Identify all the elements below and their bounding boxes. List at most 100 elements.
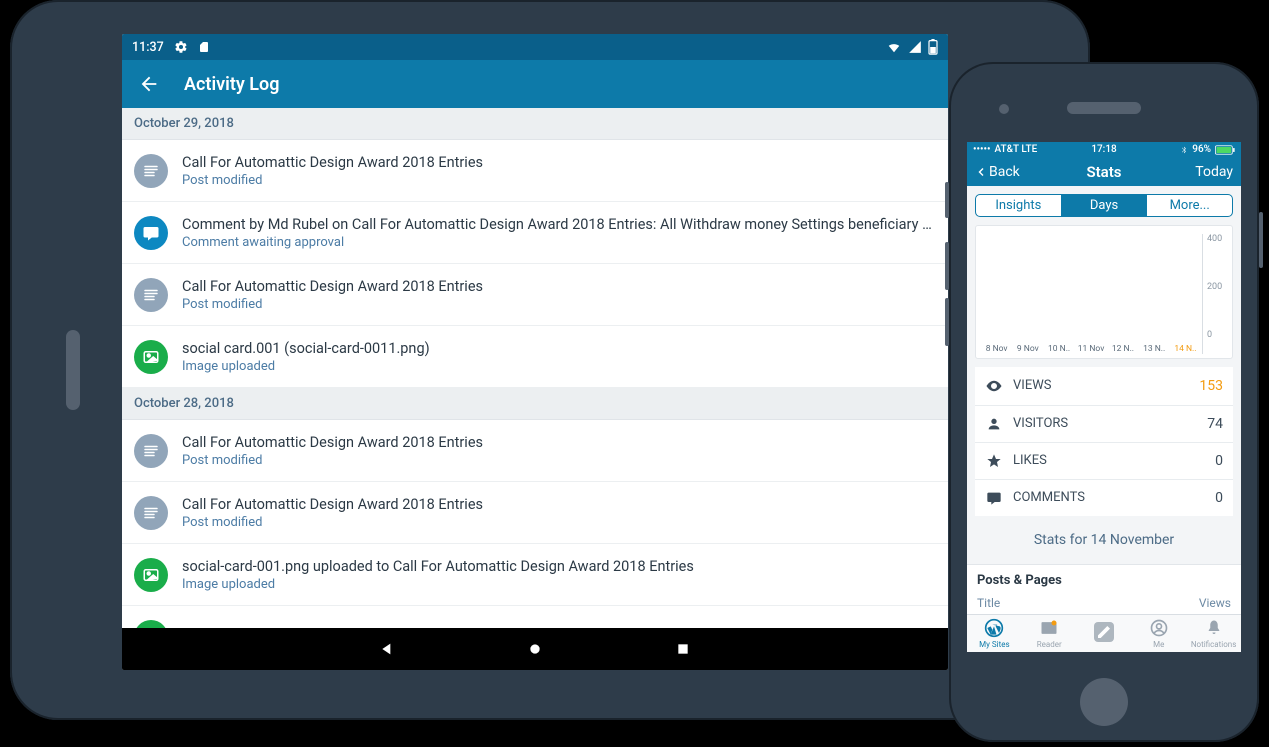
star-icon — [985, 453, 1003, 469]
chart-y-tick: 0 — [1207, 330, 1212, 340]
media-icon — [134, 340, 168, 374]
metric-label: VIEWS — [1013, 378, 1051, 393]
tab-bar: My Sites Reader Me Notification — [967, 614, 1241, 652]
activity-row[interactable]: Call For Automattic Design Award 2018 En… — [122, 264, 948, 326]
chart-bar[interactable]: 13 N.. — [1142, 340, 1167, 354]
signal-icon — [908, 40, 922, 54]
phone-device-frame: ••••• AT&T LTE 17:18 96% Back Stats Toda… — [949, 62, 1259, 742]
chart-x-label: 13 N.. — [1143, 344, 1165, 354]
home-button[interactable] — [1080, 678, 1128, 726]
post-icon — [134, 278, 168, 312]
metric-label: COMMENTS — [1013, 490, 1085, 505]
chart-bar[interactable]: 12 N.. — [1110, 340, 1135, 354]
segment-control[interactable]: InsightsDaysMore... — [975, 194, 1233, 217]
activity-row[interactable]: Call For Automattic Design Award 2018 En… — [122, 482, 948, 544]
nav-bar: Back Stats Today — [967, 158, 1241, 186]
activity-log-list[interactable]: October 29, 2018Call For Automattic Desi… — [122, 108, 948, 628]
metric-row-likes[interactable]: LIKES 0 — [975, 443, 1233, 480]
chart-x-label: 9 Nov — [1017, 344, 1039, 354]
activity-row[interactable]: social-card.key uploaded to Call For Aut… — [122, 606, 948, 628]
phone-earpiece — [1067, 102, 1141, 114]
metrics-list: VIEWS153 VISITORS 74 LIKES 0 COMMENTS0 — [967, 367, 1241, 516]
metric-row-visitors[interactable]: VISITORS 74 — [975, 406, 1233, 443]
segment-more[interactable]: More... — [1147, 195, 1232, 216]
nav-home-icon[interactable] — [526, 640, 544, 658]
stats-chart[interactable]: 8 Nov 9 Nov 10 N.. 11 Nov 12 N.. 13 N.. 14 N..… — [975, 225, 1233, 359]
activity-title: Call For Automattic Design Award 2018 En… — [182, 496, 936, 513]
activity-title: social-card-001.png uploaded to Call For… — [182, 558, 936, 575]
compose-icon — [1094, 622, 1114, 642]
metric-label: VISITORS — [1013, 416, 1068, 431]
doc-icon — [134, 620, 168, 629]
activity-row[interactable]: social-card-001.png uploaded to Call For… — [122, 544, 948, 606]
battery-icon — [928, 39, 938, 55]
phone-screen: ••••• AT&T LTE 17:18 96% Back Stats Toda… — [967, 142, 1241, 652]
activity-title: Comment by Md Rubel on Call For Automatt… — [182, 216, 936, 233]
phone-mute-switch[interactable] — [945, 182, 949, 218]
app-bar: Activity Log — [122, 60, 948, 108]
tab-notifications[interactable]: Notifications — [1186, 615, 1241, 652]
tab-me[interactable]: Me — [1131, 615, 1186, 652]
status-time: 11:37 — [132, 40, 164, 55]
sd-card-icon — [198, 40, 210, 54]
android-nav-bar — [122, 628, 948, 670]
activity-subtitle: Image uploaded — [182, 359, 936, 374]
wifi-icon — [886, 40, 902, 54]
metric-label: LIKES — [1013, 453, 1047, 468]
activity-row[interactable]: Call For Automattic Design Award 2018 En… — [122, 420, 948, 482]
activity-subtitle: Post modified — [182, 515, 936, 530]
post-icon — [134, 154, 168, 188]
tab-reader[interactable]: Reader — [1022, 615, 1077, 652]
activity-title: Call For Automattic Design Award 2018 En… — [182, 434, 936, 451]
today-button[interactable]: Today — [1195, 164, 1233, 180]
chart-bar[interactable]: 11 Nov — [1078, 340, 1105, 354]
back-arrow-icon[interactable] — [138, 73, 160, 95]
metric-value: 74 — [1207, 416, 1223, 432]
phone-volume-up[interactable] — [945, 242, 949, 290]
col-views: Views — [1199, 596, 1231, 610]
chart-bar[interactable]: 14 N.. — [1173, 340, 1198, 354]
posts-pages-header: Posts & Pages — [967, 564, 1241, 592]
tablet-screen: 11:37 — [122, 34, 948, 670]
back-label: Back — [989, 164, 1020, 180]
reader-icon — [1039, 618, 1059, 638]
metric-value: 0 — [1215, 453, 1223, 469]
activity-row[interactable]: Comment by Md Rubel on Call For Automatt… — [122, 202, 948, 264]
chart-x-label: 11 Nov — [1078, 344, 1105, 354]
chart-x-label: 8 Nov — [986, 344, 1008, 354]
tab-compose[interactable] — [1077, 615, 1132, 652]
chart-bar[interactable]: 10 N.. — [1046, 340, 1071, 354]
media-icon — [134, 558, 168, 592]
activity-subtitle: Image uploaded — [182, 577, 936, 592]
stats-for-label: Stats for 14 November — [967, 516, 1241, 564]
tablet-power-button[interactable] — [66, 330, 80, 410]
bell-icon — [1204, 618, 1224, 638]
chart-bar[interactable]: 9 Nov — [1015, 340, 1040, 354]
segment-days[interactable]: Days — [1062, 195, 1148, 216]
nav-recent-icon[interactable] — [674, 640, 692, 658]
back-button[interactable]: Back — [975, 164, 1020, 180]
metric-row-comments[interactable]: COMMENTS0 — [975, 480, 1233, 516]
nav-back-icon[interactable] — [378, 640, 396, 658]
phone-power-button[interactable] — [1259, 212, 1263, 268]
post-icon — [134, 496, 168, 530]
phone-volume-down[interactable] — [945, 298, 949, 346]
col-title: Title — [977, 596, 1000, 610]
date-section-header: October 28, 2018 — [122, 388, 948, 420]
activity-subtitle: Post modified — [182, 173, 936, 188]
chart-x-label: 10 N.. — [1048, 344, 1070, 354]
chart-y-tick: 200 — [1207, 282, 1222, 292]
wordpress-icon — [984, 618, 1004, 638]
chart-x-label: 12 N.. — [1112, 344, 1134, 354]
segment-insights[interactable]: Insights — [976, 195, 1062, 216]
activity-subtitle: Post modified — [182, 297, 936, 312]
chart-bar[interactable]: 8 Nov — [984, 340, 1009, 354]
metric-row-views[interactable]: VIEWS153 — [975, 367, 1233, 406]
comment-icon — [985, 490, 1003, 506]
chart-x-label: 14 N.. — [1174, 344, 1196, 354]
ios-status-bar: ••••• AT&T LTE 17:18 96% — [967, 142, 1241, 158]
tab-my-sites[interactable]: My Sites — [967, 615, 1022, 652]
activity-row[interactable]: Call For Automattic Design Award 2018 En… — [122, 140, 948, 202]
activity-row[interactable]: social card.001 (social-card-0011.png)Im… — [122, 326, 948, 388]
activity-title: Call For Automattic Design Award 2018 En… — [182, 154, 936, 171]
